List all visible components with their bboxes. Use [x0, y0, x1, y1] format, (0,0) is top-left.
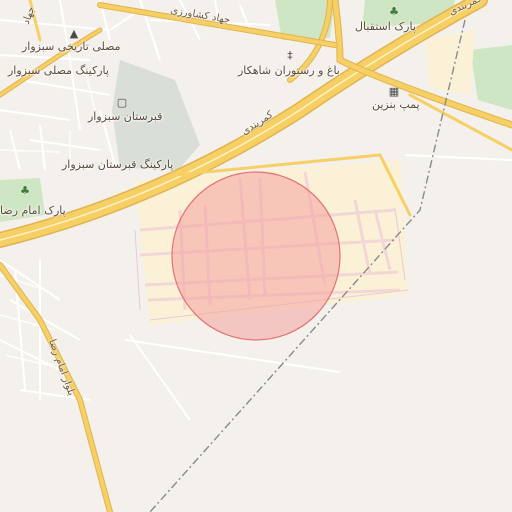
label-parking-mosalla: پارکینگ مصلی سبزوار [8, 64, 109, 77]
label-park-emam-reza: پارک امام رضا [0, 204, 66, 217]
monument-icon[interactable]: ▲ [68, 28, 80, 39]
fuel-icon[interactable]: ▦ [388, 86, 400, 97]
label-park-esteghlal: پارک استقبال [355, 20, 416, 33]
map-canvas[interactable]: ▲ ▢ ♣ ‡ ♣ ▦ جهاد کشاورزی جهاد مصلی تاریخ… [0, 0, 512, 512]
park-tree-icon[interactable]: ♣ [19, 185, 31, 196]
label-bagh-restoran: باغ و رستوران شاهکار [238, 64, 340, 77]
highlight-circle[interactable] [171, 171, 341, 341]
restaurant-icon[interactable]: ‡ [284, 50, 296, 61]
label-mosalla: مصلی تاریخی سبزوار [22, 40, 121, 53]
label-parking-qabrestan: پارکینگ قبرستان سبزوار [62, 158, 174, 171]
label-pomp-benzin: پمپ بنزین [372, 98, 420, 111]
park-area [470, 45, 512, 110]
park-tree-icon[interactable]: ♣ [388, 6, 400, 17]
label-qabrestan: قبرستان سبزوار [88, 110, 163, 123]
cemetery-icon[interactable]: ▢ [116, 97, 128, 108]
